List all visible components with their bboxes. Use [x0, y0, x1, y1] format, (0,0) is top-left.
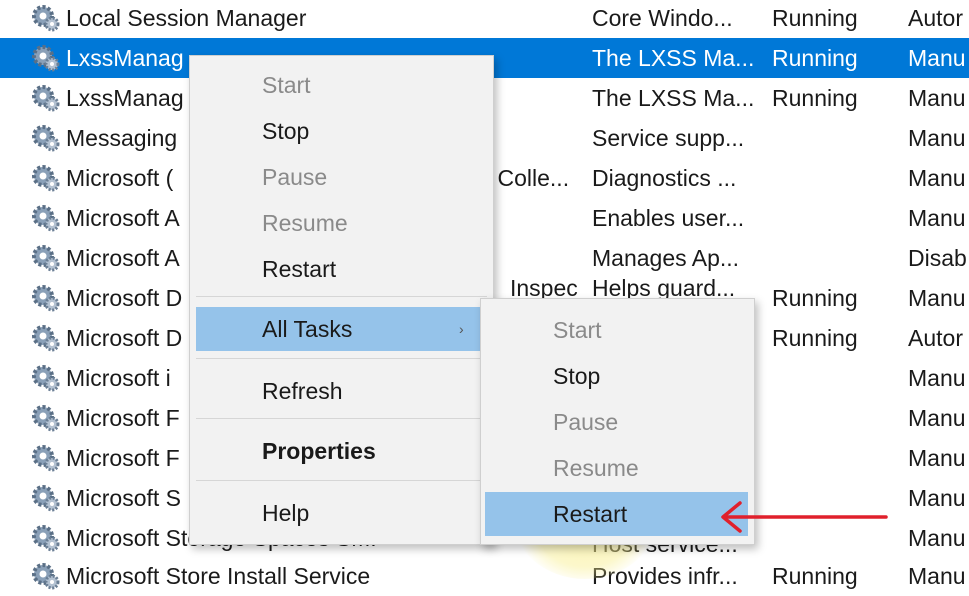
- service-startup-type: Autor: [908, 325, 963, 351]
- gear-icon: [28, 118, 62, 158]
- menu-item-label: Stop: [262, 118, 310, 144]
- menu-item-stop[interactable]: Stop: [190, 109, 493, 153]
- gear-icon: [28, 398, 62, 438]
- menu-item-label: Refresh: [262, 378, 343, 404]
- service-row[interactable]: Microsoft Store Install Service Provides…: [0, 556, 969, 596]
- menu-item-label: Properties: [262, 438, 376, 464]
- menu-separator: [196, 418, 487, 419]
- menu-item-label: Pause: [553, 409, 619, 435]
- service-startup-type: Manu: [908, 85, 966, 111]
- service-status: Running: [772, 285, 858, 311]
- menu-item-label: Pause: [262, 164, 328, 190]
- gear-icon: [28, 318, 62, 358]
- menu-item-label: Resume: [262, 210, 348, 236]
- gear-icon: [28, 0, 62, 38]
- service-startup-type: Manu: [908, 485, 966, 511]
- submenu-item-stop[interactable]: Stop: [481, 354, 754, 398]
- menu-item-pause[interactable]: Pause: [190, 155, 493, 199]
- red-arrow-icon: [721, 501, 888, 533]
- menu-item-label: Resume: [553, 455, 639, 481]
- service-description: Diagnostics ...: [592, 165, 737, 191]
- gear-icon: [28, 556, 62, 596]
- menu-item-start[interactable]: Start: [190, 63, 493, 107]
- gear-icon: [28, 278, 62, 318]
- gear-icon: [28, 518, 62, 558]
- submenu-item-start[interactable]: Start: [481, 308, 754, 352]
- service-startup-type: Manu: [908, 445, 966, 471]
- gear-icon: [28, 438, 62, 478]
- menu-item-label: Stop: [553, 363, 601, 389]
- service-startup-type: Manu: [908, 205, 966, 231]
- service-status: Running: [772, 5, 858, 31]
- menu-item-label: Restart: [262, 256, 337, 282]
- gear-icon: [28, 238, 62, 278]
- service-startup-type: Manu: [908, 285, 966, 311]
- gear-icon: [28, 198, 62, 238]
- service-description: Service supp...: [592, 125, 745, 151]
- menu-separator: [196, 296, 487, 297]
- gear-icon: [28, 358, 62, 398]
- service-name: Microsoft Store Install Service: [66, 563, 371, 589]
- service-status: Running: [772, 45, 858, 71]
- service-description: Core Windo...: [592, 5, 733, 31]
- menu-item-properties[interactable]: Properties: [190, 429, 493, 473]
- service-description: Provides infr...: [592, 563, 738, 589]
- service-status: Running: [772, 563, 858, 589]
- service-startup-type: Manu: [908, 525, 966, 551]
- service-startup-type: Manu: [908, 125, 966, 151]
- service-startup-type: Manu: [908, 405, 966, 431]
- service-row[interactable]: Local Session Manager Core Windo... Runn…: [0, 0, 969, 38]
- submenu-item-restart[interactable]: Restart: [485, 492, 748, 536]
- service-startup-type: Disab: [908, 245, 967, 271]
- service-startup-type: Manu: [908, 365, 966, 391]
- menu-item-label: Help: [262, 500, 310, 526]
- menu-item-help[interactable]: Help: [190, 491, 493, 535]
- menu-item-all-tasks[interactable]: All Tasks ›: [196, 307, 482, 351]
- menu-item-label: Start: [553, 317, 602, 343]
- gear-icon: [28, 478, 62, 518]
- service-startup-type: Manu: [908, 165, 966, 191]
- menu-item-resume[interactable]: Resume: [190, 201, 493, 245]
- menu-item-label: All Tasks: [262, 316, 353, 342]
- menu-separator: [196, 480, 487, 481]
- service-startup-type: Manu: [908, 45, 966, 71]
- service-description: The LXSS Ma...: [592, 85, 755, 111]
- service-name-partial: l Colle...: [486, 165, 570, 191]
- menu-item-restart[interactable]: Restart: [190, 247, 493, 291]
- menu-item-label: Start: [262, 72, 311, 98]
- gear-icon: [28, 38, 62, 78]
- chevron-right-icon: ›: [459, 321, 464, 337]
- service-startup-type: Autor: [908, 5, 963, 31]
- menu-separator: [196, 358, 487, 359]
- menu-item-refresh[interactable]: Refresh: [190, 369, 493, 413]
- menu-item-label: Restart: [553, 501, 628, 527]
- context-menu: Start Stop Pause Resume Restart All Task…: [189, 55, 494, 545]
- service-startup-type: Manu: [908, 563, 966, 589]
- submenu-item-pause[interactable]: Pause: [481, 400, 754, 444]
- service-name: Local Session Manager: [66, 5, 307, 31]
- service-description: The LXSS Ma...: [592, 45, 755, 71]
- gear-icon: [28, 78, 62, 118]
- service-status: Running: [772, 85, 858, 111]
- gear-icon: [28, 158, 62, 198]
- service-status: Running: [772, 325, 858, 351]
- service-description: Enables user...: [592, 205, 745, 231]
- submenu-item-resume[interactable]: Resume: [481, 446, 754, 490]
